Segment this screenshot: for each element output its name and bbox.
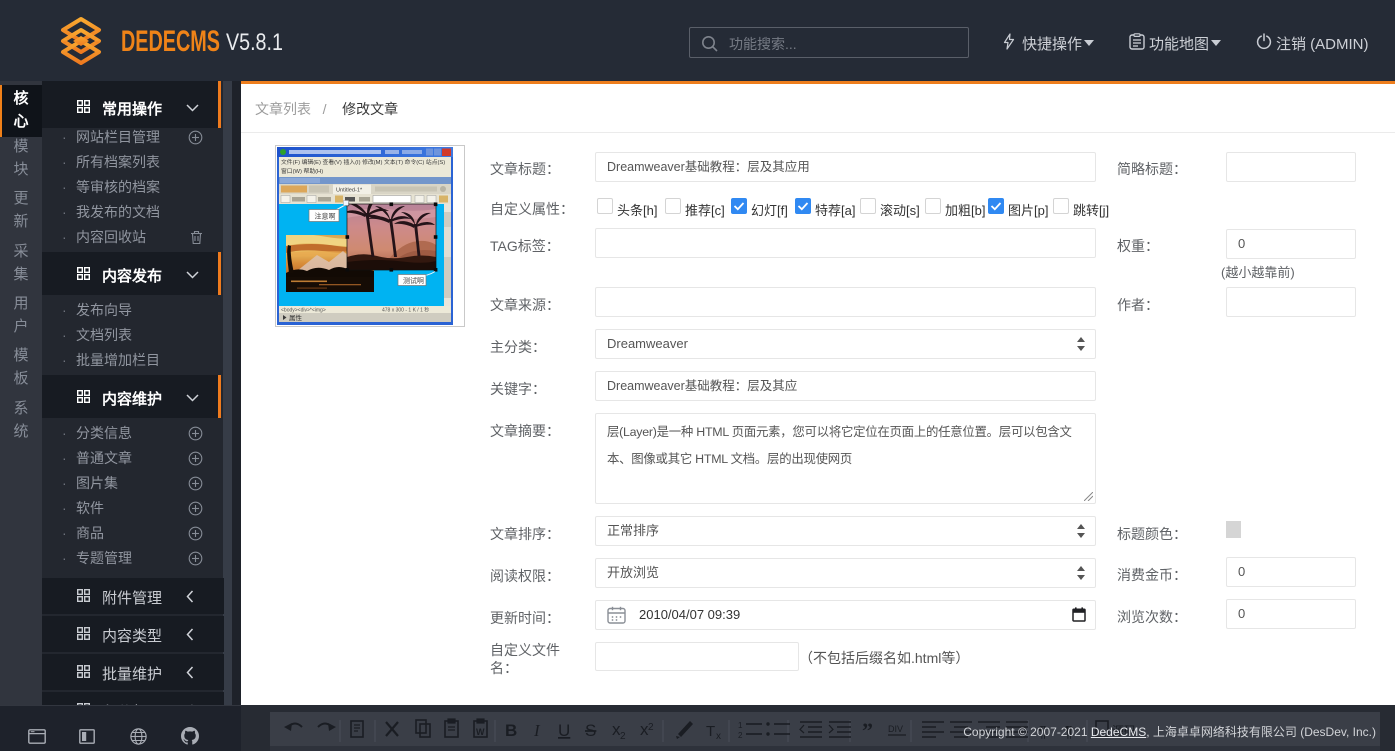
- svg-text:T: T: [706, 723, 715, 740]
- svg-text:1: 1: [738, 721, 743, 730]
- svg-text:2: 2: [620, 731, 626, 742]
- svg-text:W: W: [476, 727, 485, 737]
- svg-text:属性: 属性: [289, 313, 303, 322]
- svg-text:测试啊: 测试啊: [403, 276, 424, 285]
- svg-text:478 x 300 - 1 K / 1 秒: 478 x 300 - 1 K / 1 秒: [382, 306, 429, 313]
- svg-text:S: S: [585, 721, 596, 740]
- svg-text:文件(F) 编辑(E) 查看(V) 插入(I) 修改(M): 文件(F) 编辑(E) 查看(V) 插入(I) 修改(M) 文本(T) 命令(C…: [281, 158, 445, 166]
- svg-text:I: I: [533, 721, 541, 740]
- svg-text:Untitled-1*: Untitled-1*: [336, 188, 363, 194]
- svg-text:”: ”: [862, 718, 873, 743]
- svg-text:2: 2: [648, 722, 654, 733]
- svg-text:<body><div>*<img>: <body><div>*<img>: [281, 307, 326, 313]
- svg-text:2: 2: [738, 731, 743, 740]
- svg-text:x: x: [716, 731, 721, 742]
- svg-text:窗口(W) 帮助(H): 窗口(W) 帮助(H): [281, 167, 323, 175]
- svg-text:注意啊: 注意啊: [315, 212, 336, 221]
- svg-text:B: B: [505, 721, 517, 740]
- svg-text:DIV: DIV: [888, 724, 903, 734]
- svg-text:U: U: [558, 721, 570, 740]
